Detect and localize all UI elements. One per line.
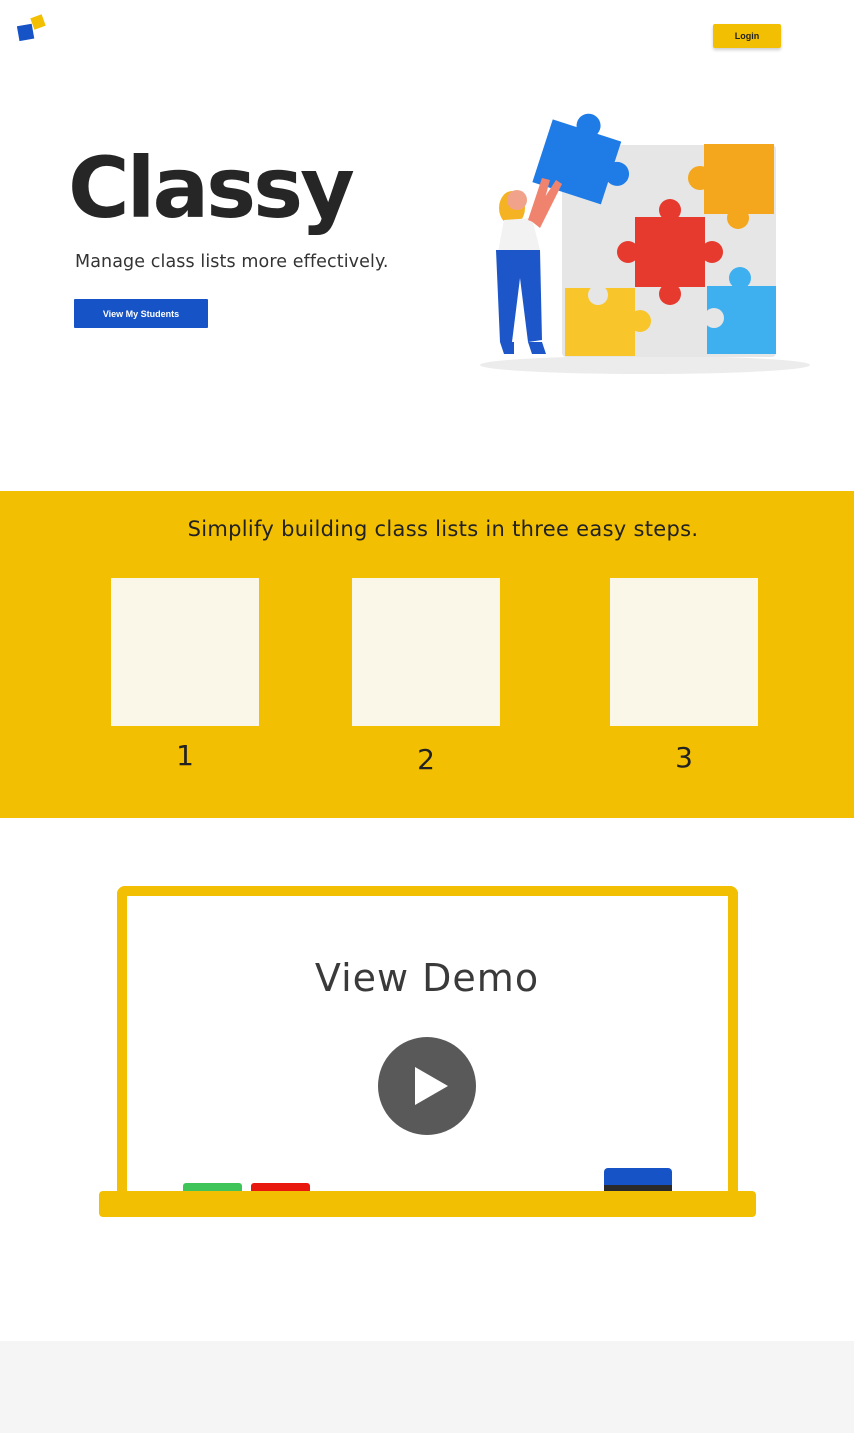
login-button[interactable]: Login: [713, 24, 781, 48]
whiteboard-tray: [99, 1191, 756, 1217]
classy-logo-icon[interactable]: [16, 14, 47, 44]
steps-section: Simplify building class lists in three e…: [0, 491, 854, 818]
view-my-students-button[interactable]: View My Students: [74, 299, 208, 328]
eraser: [604, 1168, 672, 1192]
page-title: Classy: [68, 139, 355, 237]
step-number-1: 1: [176, 739, 194, 772]
step-card-1: [111, 578, 259, 726]
step-number-2: 2: [417, 743, 435, 776]
steps-heading: Simplify building class lists in three e…: [187, 517, 699, 541]
play-icon: [414, 1067, 448, 1105]
play-button[interactable]: [378, 1037, 476, 1135]
step-number-3: 3: [675, 741, 693, 774]
step-card-3: [610, 578, 758, 726]
puzzle-illustration: [470, 110, 820, 380]
demo-title: View Demo: [314, 956, 540, 1000]
step-card-2: [352, 578, 500, 726]
hero-subtitle: Manage class lists more effectively.: [75, 252, 389, 272]
footer: [0, 1341, 854, 1433]
